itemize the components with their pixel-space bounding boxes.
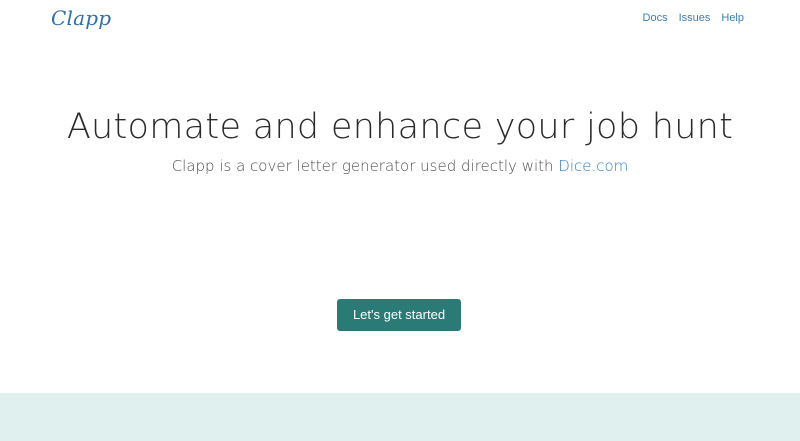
dice-link[interactable]: Dice.com xyxy=(558,157,628,175)
nav-links: Docs Issues Help xyxy=(643,12,744,24)
nav-link-issues[interactable]: Issues xyxy=(679,12,711,24)
landing-page: Clapp Docs Issues Help Automate and enha… xyxy=(0,0,800,441)
hero-subtitle: Clapp is a cover letter generator used d… xyxy=(0,157,800,175)
nav-link-help[interactable]: Help xyxy=(721,12,744,24)
nav-link-docs[interactable]: Docs xyxy=(643,12,668,24)
navbar: Clapp Docs Issues Help xyxy=(0,0,800,40)
get-started-button[interactable]: Let's get started xyxy=(337,299,461,331)
footer-band xyxy=(0,393,800,441)
hero-subtitle-text: Clapp is a cover letter generator used d… xyxy=(171,157,559,175)
brand-logo[interactable]: Clapp xyxy=(51,6,111,30)
hero-title: Automate and enhance your job hunt xyxy=(66,107,734,147)
